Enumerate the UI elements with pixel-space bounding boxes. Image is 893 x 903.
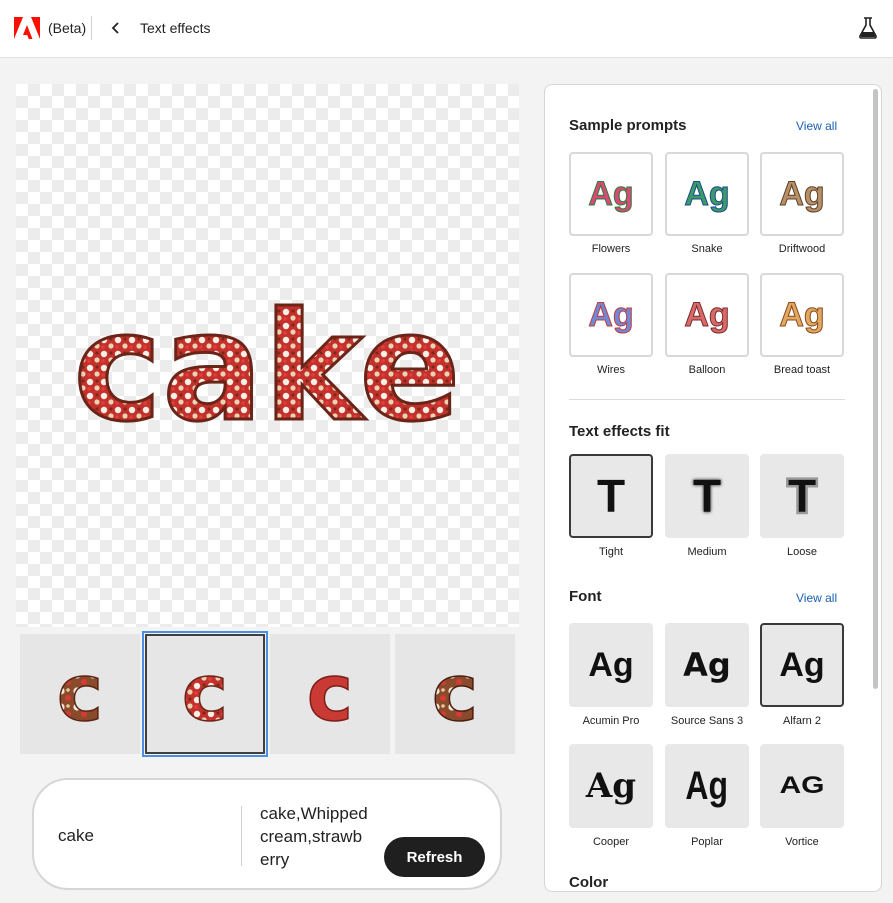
refresh-button[interactable]: Refresh <box>384 837 485 877</box>
font-title: Font <box>569 588 602 605</box>
sample-prompt-label: Driftwood <box>778 243 826 255</box>
font-option-alfarn-2[interactable]: Ag <box>760 623 844 707</box>
color-title: Color <box>569 874 609 891</box>
fit-option-tight[interactable]: T <box>569 454 653 538</box>
sample-prompt-wires[interactable]: Ag <box>569 273 653 357</box>
text-effect-canvas: cake <box>16 84 519 627</box>
sample-prompt-driftwood[interactable]: Ag <box>760 152 844 236</box>
font-option-cooper[interactable]: Ag <box>569 744 653 828</box>
sample-prompt-flowers[interactable]: Ag <box>569 152 653 236</box>
svg-text:c: c <box>307 654 353 734</box>
medium-preview: T <box>692 470 722 522</box>
font-option-label: Acumin Pro <box>582 715 640 727</box>
cake-text-effect-image: cake <box>72 280 463 457</box>
font-option-source-sans-3[interactable]: Ag <box>665 623 749 707</box>
variation-thumbnails: c c c c <box>20 631 515 757</box>
thumbnail-image: c <box>181 654 229 734</box>
driftwood-preview: Ag <box>779 174 825 213</box>
svg-text:c: c <box>57 654 103 734</box>
sample-prompt-balloon[interactable]: Ag <box>665 273 749 357</box>
sample-prompts-view-all-link[interactable]: View all <box>796 119 837 133</box>
text-effects-fit-title: Text effects fit <box>569 423 670 440</box>
poplar-preview: Ag <box>685 763 729 808</box>
fit-option-label: Tight <box>598 546 624 558</box>
svg-text:c: c <box>182 654 228 734</box>
svg-text:c: c <box>432 654 478 734</box>
variation-thumbnail-4[interactable]: c <box>395 634 515 754</box>
loose-preview: T <box>785 468 818 525</box>
prompt-bar: cake,Whipped cream,strawberry Refresh <box>32 778 502 890</box>
variation-thumbnail-1[interactable]: c <box>20 634 140 754</box>
fit-option-label: Medium <box>687 546 727 558</box>
text-input[interactable] <box>58 826 228 846</box>
adobe-logo-icon[interactable] <box>14 17 40 39</box>
sample-prompt-bread-toast[interactable]: Ag <box>760 273 844 357</box>
font-option-label: Cooper <box>592 836 630 848</box>
font-option-label: Source Sans 3 <box>670 715 744 727</box>
header-divider <box>91 16 92 40</box>
beta-label: (Beta) <box>48 20 87 36</box>
font-option-label: Alfarn 2 <box>783 715 821 727</box>
sample-prompt-label: Flowers <box>591 243 631 255</box>
font-option-label: Poplar <box>691 836 723 848</box>
font-option-acumin-pro[interactable]: Ag <box>569 623 653 707</box>
flowers-preview: Ag <box>588 174 634 213</box>
thumbnail-image: c <box>431 654 479 734</box>
sample-prompt-label: Snake <box>691 243 723 255</box>
acumin-pro-preview: Ag <box>588 645 634 684</box>
tight-preview: T <box>596 470 626 522</box>
thumbnail-image: c <box>306 654 354 734</box>
sample-prompts-title: Sample prompts <box>569 117 687 134</box>
variation-thumbnail-3[interactable]: c <box>270 634 390 754</box>
font-option-label: Vortice <box>785 836 819 848</box>
thumbnail-image: c <box>56 654 104 734</box>
effect-description-input[interactable]: cake,Whipped cream,strawberry <box>260 802 370 871</box>
fit-option-loose[interactable]: T <box>760 454 844 538</box>
cake-word: cake <box>73 281 461 455</box>
bread-toast-preview: Ag <box>779 295 825 334</box>
sample-prompt-label: Balloon <box>688 364 726 376</box>
font-option-poplar[interactable]: Ag <box>665 744 749 828</box>
app-header: (Beta) Text effects <box>0 0 893 58</box>
sample-prompt-label: Wires <box>596 364 626 376</box>
variation-thumbnail-2-selected[interactable]: c <box>142 631 268 757</box>
font-option-vortice[interactable]: AG <box>760 744 844 828</box>
page-title: Text effects <box>140 20 211 36</box>
effects-panel: Sample prompts View all Ag Flowers Ag Sn… <box>544 84 882 892</box>
snake-preview: Ag <box>684 174 730 213</box>
cooper-preview: Ag <box>585 766 637 806</box>
alfarn-2-preview: Ag <box>779 645 825 684</box>
fit-option-medium[interactable]: T <box>665 454 749 538</box>
flask-icon[interactable] <box>858 17 878 39</box>
back-button[interactable] <box>107 18 125 38</box>
balloon-preview: Ag <box>684 295 730 334</box>
source-sans-3-preview: Ag <box>683 646 731 684</box>
prompt-divider <box>241 806 242 866</box>
sample-prompt-snake[interactable]: Ag <box>665 152 749 236</box>
chevron-left-icon <box>111 22 119 34</box>
wires-preview: Ag <box>588 295 634 334</box>
vortice-preview: AG <box>779 772 825 799</box>
sample-prompt-label: Bread toast <box>773 364 831 376</box>
section-divider <box>569 399 845 400</box>
fit-option-label: Loose <box>787 546 817 558</box>
font-view-all-link[interactable]: View all <box>796 591 837 605</box>
panel-scrollbar[interactable] <box>873 89 878 689</box>
